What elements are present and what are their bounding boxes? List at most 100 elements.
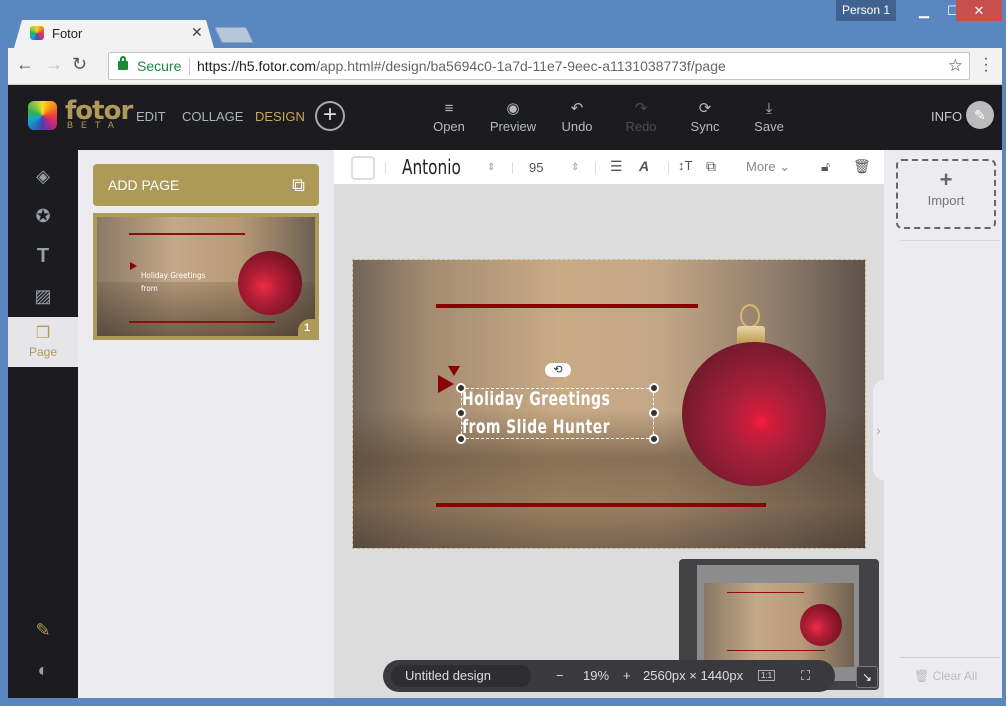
zoom-out-button[interactable]: −	[556, 668, 564, 683]
import-button[interactable]: + Import	[896, 159, 996, 229]
size-stepper-icon[interactable]: ⇕	[571, 162, 579, 173]
triangle-decoration-large[interactable]	[438, 375, 454, 393]
clear-all-label: Clear All	[932, 669, 978, 683]
layers-icon[interactable]: ◈	[8, 156, 78, 196]
new-tab-button[interactable]	[214, 27, 254, 43]
tab-close-icon[interactable]: ✕	[191, 24, 203, 41]
spacing-icon[interactable]: ↕T	[678, 158, 692, 173]
zoom-in-button[interactable]: +	[623, 668, 631, 683]
collapse-right-panel-icon[interactable]: ›	[873, 380, 884, 480]
eye-icon: ◉	[506, 100, 520, 117]
nav-edit[interactable]: EDIT	[136, 109, 166, 124]
divider	[668, 162, 669, 174]
theme-toggle-icon[interactable]: ◐	[8, 650, 78, 690]
lock-toggle-icon[interactable]: 🔓︎	[821, 158, 830, 175]
design-canvas[interactable]: ⟲ Holiday Greetings from Slide Hunter	[352, 259, 866, 549]
rotate-handle-icon[interactable]: ⟲	[545, 363, 571, 377]
back-icon[interactable]: ←	[16, 54, 34, 75]
thumb-triangle	[130, 262, 137, 270]
duplicate-icon[interactable]: ⧉	[706, 158, 716, 175]
resize-handle-tr[interactable]	[649, 383, 659, 393]
browser-window: Person 1 ▁ ☐ ✕ Fotor ✕ ← → ↻ Secure http…	[0, 0, 1006, 706]
more-dropdown[interactable]: More ⌄	[746, 159, 790, 175]
address-bar[interactable]: Secure https://h5.fotor.com/app.html#/de…	[108, 52, 970, 80]
url-text[interactable]: https://h5.fotor.com/app.html#/design/ba…	[197, 58, 726, 74]
sync-button[interactable]: ⟳ Sync	[675, 99, 735, 134]
font-size-input[interactable]: 95	[529, 160, 543, 175]
clear-all-button[interactable]: 🗑︎ Clear All	[914, 669, 977, 683]
thumb-line-bottom	[129, 321, 275, 323]
sticker-star-icon[interactable]: ✪	[8, 196, 78, 236]
resize-handle-r[interactable]	[649, 408, 659, 418]
browser-toolbar: ← → ↻ Secure https://h5.fotor.com/app.ht…	[8, 48, 1002, 85]
text-tool-icon[interactable]: T	[8, 236, 78, 276]
fotor-app: fotor BETA EDIT COLLAGE DESIGN + ≡ Open ◉…	[8, 85, 1002, 698]
url-path: /app.html#/design/ba5694c0-1a7d-11e7-9ee…	[316, 58, 726, 74]
minimap-preview	[704, 583, 854, 667]
add-page-label: ADD PAGE	[108, 177, 180, 193]
triangle-decoration-small[interactable]	[448, 366, 460, 376]
browser-menu-icon[interactable]: · · ·	[981, 51, 991, 79]
pages-panel: ADD PAGE ⧉ Holiday Greetings from 1	[78, 150, 334, 698]
info-link[interactable]: INFO	[931, 109, 962, 124]
preview-button[interactable]: ◉ Preview	[483, 99, 543, 134]
resize-handle-l[interactable]	[456, 408, 466, 418]
open-button[interactable]: ≡ Open	[419, 99, 479, 134]
nav-collage[interactable]: COLLAGE	[182, 109, 243, 124]
url-host: https://h5.fotor.com	[197, 58, 317, 74]
undo-icon: ↶	[570, 100, 584, 117]
plus-icon: +	[939, 167, 953, 192]
resize-handle-br[interactable]	[649, 434, 659, 444]
color-swatch[interactable]	[351, 156, 375, 180]
page-thumbnail[interactable]: Holiday Greetings from 1	[93, 213, 319, 340]
separator	[189, 58, 190, 75]
resize-handle-bl[interactable]	[456, 434, 466, 444]
minimap-line-bottom	[727, 650, 825, 651]
browser-tab[interactable]	[14, 20, 214, 48]
lock-icon	[118, 56, 128, 70]
bookmark-star-icon[interactable]: ☆	[948, 56, 963, 76]
font-family-select[interactable]: Antonio	[402, 155, 461, 179]
red-line-top[interactable]	[436, 304, 698, 308]
save-button[interactable]: ⤓ Save	[739, 99, 799, 134]
reload-icon[interactable]: ↻	[72, 54, 87, 75]
design-name-input[interactable]: Untitled design	[391, 665, 531, 687]
thumb-text-1: Holiday Greetings	[141, 271, 206, 280]
ornament-ball[interactable]	[682, 342, 826, 486]
resize-handle-tl[interactable]	[456, 383, 466, 393]
align-icon[interactable]: ☰	[610, 158, 623, 175]
text-line-2[interactable]: from Slide Hunter	[462, 416, 610, 438]
text-line-1[interactable]: Holiday Greetings	[462, 388, 610, 410]
selected-text-box[interactable]: Holiday Greetings from Slide Hunter	[456, 383, 659, 444]
text-style-icon[interactable]: A	[639, 158, 649, 174]
save-label: Save	[754, 119, 784, 134]
minimap-ornament	[800, 604, 842, 646]
close-window-button[interactable]: ✕	[956, 0, 1002, 21]
right-panel: + Import 🗑︎ Clear All	[884, 150, 1002, 698]
divider	[900, 657, 1000, 658]
menu-icon: ≡	[444, 100, 454, 117]
divider	[900, 240, 1000, 241]
preview-label: Preview	[489, 119, 537, 134]
redo-label: Redo	[625, 119, 657, 134]
delete-icon[interactable]: 🗑︎	[853, 158, 871, 175]
edit-note-icon[interactable]: ✎	[8, 610, 78, 650]
tool-sidebar: ◈ ✪ T ▨ ❐ Page ✎ ◐	[8, 150, 78, 698]
sidebar-item-page[interactable]: ❐ Page	[8, 317, 78, 367]
nav-design[interactable]: DESIGN	[255, 109, 305, 124]
create-new-button[interactable]: +	[315, 101, 345, 131]
red-line-bottom[interactable]	[436, 503, 766, 507]
font-stepper-icon[interactable]: ⇕	[487, 162, 495, 173]
redo-button[interactable]: ↷ Redo	[611, 99, 671, 134]
user-avatar[interactable]: ✎	[966, 101, 994, 129]
thumb-line-top	[129, 233, 245, 235]
profile-button[interactable]: Person 1	[836, 0, 896, 21]
actual-size-button[interactable]: 1:1	[758, 670, 776, 681]
minimap-toggle-icon[interactable]: ↘	[856, 666, 878, 688]
forward-icon[interactable]: →	[45, 54, 63, 75]
background-pattern-icon[interactable]: ▨	[8, 276, 78, 316]
undo-button[interactable]: ↶ Undo	[547, 99, 607, 134]
minimap-line-top	[727, 592, 804, 593]
fullscreen-icon[interactable]: ⛶	[801, 668, 810, 684]
add-page-button[interactable]: ADD PAGE ⧉	[93, 164, 319, 206]
